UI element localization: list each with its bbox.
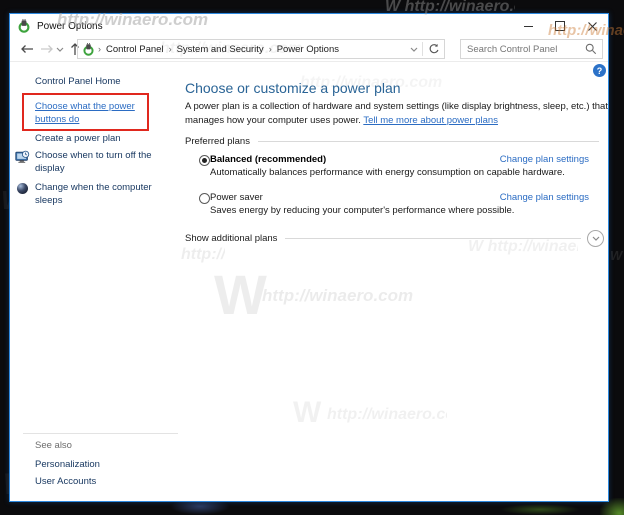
intro-paragraph: A power plan is a collection of hardware… xyxy=(185,100,609,128)
sidebar-item-change-computer-sleeps[interactable]: Change when the computer sleeps xyxy=(35,181,163,207)
chevron-down-icon xyxy=(410,47,418,52)
help-icon: ? xyxy=(596,65,603,76)
window-title: Power Options xyxy=(37,20,103,32)
chevron-down-icon xyxy=(592,236,599,241)
address-dropdown-button[interactable] xyxy=(407,47,421,52)
plan-name-balanced[interactable]: Balanced (recommended) xyxy=(210,154,326,165)
help-button[interactable]: ? xyxy=(593,64,606,77)
preferred-plans-section-header: Preferred plans xyxy=(185,136,599,147)
search-box[interactable] xyxy=(460,39,603,59)
divider xyxy=(23,433,178,434)
arrow-left-icon xyxy=(21,45,33,53)
change-plan-settings-balanced-link[interactable]: Change plan settings xyxy=(500,154,589,165)
watermark: W xyxy=(610,248,623,263)
tell-me-more-link[interactable]: Tell me more about power plans xyxy=(363,115,498,126)
power-options-window: Power Options › Control Panel › System a… xyxy=(9,13,609,502)
divider xyxy=(257,141,599,142)
search-icon[interactable] xyxy=(585,43,597,55)
page-title: Choose or customize a power plan xyxy=(185,80,401,96)
power-options-icon xyxy=(18,19,30,33)
divider xyxy=(285,238,581,239)
close-icon xyxy=(587,21,597,31)
search-input[interactable] xyxy=(461,43,585,55)
desktop-glow xyxy=(500,504,580,515)
minimize-button[interactable] xyxy=(512,14,544,38)
see-also-header: See also xyxy=(35,440,72,451)
sidebar-item-user-accounts[interactable]: User Accounts xyxy=(35,475,96,488)
arrow-right-icon xyxy=(41,45,53,53)
display-clock-icon xyxy=(15,150,30,163)
breadcrumb-power-options[interactable]: Power Options xyxy=(275,44,341,55)
power-options-icon xyxy=(83,42,94,56)
refresh-icon xyxy=(429,43,439,54)
sidebar-item-create-power-plan[interactable]: Create a power plan xyxy=(35,132,155,145)
sleep-moon-icon xyxy=(16,182,29,195)
plan-description-power-saver: Saves energy by reducing your computer's… xyxy=(210,205,515,216)
refresh-button[interactable] xyxy=(424,40,444,58)
expand-additional-plans-button[interactable] xyxy=(587,230,604,247)
breadcrumb-separator: › xyxy=(268,44,272,54)
show-additional-plans-label: Show additional plans xyxy=(185,233,278,244)
breadcrumb-separator: › xyxy=(98,44,101,54)
maximize-icon xyxy=(555,21,565,31)
breadcrumb-system-and-security[interactable]: System and Security xyxy=(175,44,266,55)
plan-description-balanced: Automatically balances performance with … xyxy=(210,167,565,178)
minimize-icon xyxy=(523,25,533,27)
divider xyxy=(422,42,423,56)
sidebar-item-personalization[interactable]: Personalization xyxy=(35,458,100,471)
preferred-plans-label: Preferred plans xyxy=(185,136,250,147)
maximize-button[interactable] xyxy=(544,14,576,38)
radio-balanced[interactable] xyxy=(199,155,210,166)
forward-button[interactable] xyxy=(38,40,56,58)
change-plan-settings-power-saver-link[interactable]: Change plan settings xyxy=(500,192,589,203)
highlight-annotation xyxy=(22,93,149,131)
breadcrumb-separator: › xyxy=(168,44,172,54)
sidebar-item-choose-display-off[interactable]: Choose when to turn off the display xyxy=(35,149,163,175)
address-bar[interactable]: › Control Panel › System and Security › … xyxy=(77,39,445,59)
plan-name-power-saver[interactable]: Power saver xyxy=(210,192,263,203)
navigation-toolbar: › Control Panel › System and Security › … xyxy=(10,38,608,62)
back-button[interactable] xyxy=(18,40,36,58)
recent-pages-dropdown[interactable] xyxy=(55,40,65,58)
chevron-down-icon xyxy=(56,47,64,52)
radio-power-saver[interactable] xyxy=(199,193,210,204)
sidebar-item-control-panel-home[interactable]: Control Panel Home xyxy=(35,76,121,87)
title-bar[interactable]: Power Options xyxy=(10,14,608,38)
breadcrumb-control-panel[interactable]: Control Panel xyxy=(104,44,166,55)
close-button[interactable] xyxy=(576,14,608,38)
show-additional-plans-section: Show additional plans xyxy=(185,230,604,247)
window-body: ? Control Panel Home Choose what the pow… xyxy=(10,62,608,501)
